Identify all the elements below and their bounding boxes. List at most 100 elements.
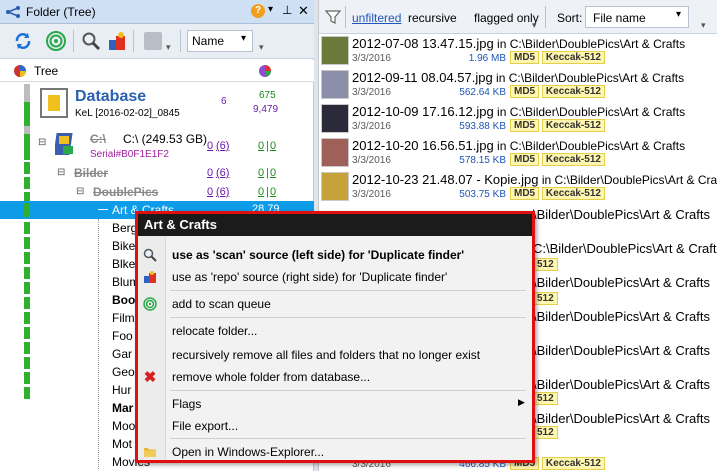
keccak-tag-partial: 512	[533, 292, 558, 305]
file-date: 3/3/2016	[352, 189, 391, 200]
menu-item-label: File export...	[172, 419, 239, 433]
sort-select[interactable]: File name ▾	[585, 6, 689, 28]
file-path-partial: \Bilder\DoublePics\Art & Crafts	[533, 343, 711, 358]
menu-separator	[170, 438, 526, 439]
file-path: C:\Bilder\DoublePics\Art & Crafts	[554, 173, 717, 187]
help-button[interactable]: ?	[251, 4, 265, 18]
list-item[interactable]: 2012-07-08 13.47.15.jpg in C:\Bilder\Dou…	[319, 34, 717, 68]
folder-tree-icon	[5, 5, 21, 22]
submenu-arrow-icon: ▶	[518, 397, 525, 407]
filter-icon[interactable]	[324, 9, 342, 28]
recursive-toggle[interactable]: recursive	[408, 11, 457, 25]
toolbar-divider	[73, 30, 74, 52]
folder-icon	[142, 444, 158, 460]
menu-item-repo-source[interactable]: use as 'repo' source (right side) for 'D…	[138, 267, 532, 287]
keccak-tag: Keccak-512	[541, 51, 605, 64]
view-dropdown-icon[interactable]: ▾	[166, 42, 171, 53]
sort-dropdown[interactable]: Name ▾	[187, 30, 253, 52]
scan-spiral-icon[interactable]	[43, 28, 69, 54]
tree-item[interactable]: Boo	[112, 293, 135, 307]
drive-name[interactable]: C:\	[90, 132, 106, 146]
list-item[interactable]: 2012-09-11 08.04.57.jpg in C:\Bilder\Dou…	[319, 68, 717, 102]
unfiltered-link[interactable]: unfiltered	[352, 11, 401, 25]
file-path-partial: \Bilder\DoublePics\Art & Crafts	[533, 207, 711, 222]
bilder-label[interactable]: Bilder	[74, 166, 108, 180]
list-item[interactable]: 2012-10-23 21.48.07 - Kopie.jpg in C:\Bi…	[319, 170, 717, 204]
tree-item[interactable]: Gar	[112, 347, 132, 361]
tree-item[interactable]: Moo	[112, 419, 135, 433]
keccak-tag-partial: 512	[533, 258, 558, 271]
menu-item-relocate[interactable]: relocate folder...	[138, 321, 532, 341]
tree-toolbar: ▾ Name ▾ ▾	[0, 24, 314, 59]
repo-tools-icon	[142, 269, 158, 285]
collapse-icon[interactable]: ⊟	[76, 186, 84, 197]
collapse-icon[interactable]: ⊟	[38, 137, 46, 148]
database-label[interactable]: Database	[75, 88, 146, 106]
file-date: 3/3/2016	[352, 121, 391, 132]
file-path-partial: \Bilder\DoublePics\Art & Crafts	[533, 309, 711, 324]
toolbar-divider	[345, 6, 346, 28]
filter-overflow-icon[interactable]: ▾	[532, 20, 537, 31]
file-in: in	[493, 105, 510, 119]
filter-toolbar: unfiltered recursive flagged only ▾ Sort…	[319, 0, 717, 34]
tree-item[interactable]: Berg	[112, 221, 137, 235]
file-path-partial: C:\Bilder\DoublePics\Art & Crafts	[533, 241, 717, 256]
panel-menu-icon[interactable]: ▾	[268, 4, 273, 15]
tree-line	[98, 209, 108, 210]
menu-item-add-queue[interactable]: add to scan queue	[138, 294, 532, 314]
pin-icon[interactable]: ⊥	[282, 3, 292, 17]
context-menu: Art & Crafts use as 'scan' source (left …	[135, 211, 535, 463]
thumbnail	[321, 104, 349, 133]
tree-item[interactable]: Film	[112, 311, 135, 325]
tree-item[interactable]: Geo	[112, 365, 135, 379]
flagged-only-toggle[interactable]: flagged only	[474, 11, 539, 25]
tree-item[interactable]: Mot	[112, 437, 132, 451]
tree-item[interactable]: Bike	[112, 239, 135, 253]
menu-item-flags[interactable]: Flags ▶	[138, 394, 532, 414]
menu-item-file-export[interactable]: File export...	[138, 416, 532, 436]
list-item[interactable]: 2012-10-20 16.56.51.jpg in C:\Bilder\Dou…	[319, 136, 717, 170]
bilder-d: 0	[270, 167, 277, 179]
file-name: 2012-07-08 13.47.15.jpg	[352, 36, 494, 51]
keccak-tag: Keccak-512	[541, 187, 605, 200]
md5-tag: MD5	[510, 119, 540, 132]
tree-item[interactable]: Foo	[112, 329, 133, 343]
md5-tag: MD5	[510, 187, 540, 200]
view-icon[interactable]	[140, 28, 166, 54]
sort-select-value: File name	[593, 11, 646, 25]
keccak-tag: Keccak-512	[541, 457, 605, 470]
menu-item-label: recursively remove all files and folders…	[172, 348, 481, 362]
database-icon	[40, 88, 68, 118]
file-size: 503.75 KB	[459, 189, 506, 200]
menu-item-scan-source[interactable]: use as 'scan' source (left side) for 'Du…	[138, 245, 532, 265]
tree-item[interactable]: Hur	[112, 383, 131, 397]
toolbar-divider	[133, 30, 134, 52]
collapse-icon[interactable]: ⊟	[57, 167, 65, 178]
file-in: in	[538, 173, 555, 187]
menu-item-label: add to scan queue	[172, 297, 271, 311]
list-item[interactable]: 2012-10-09 17.16.12.jpg in C:\Bilder\Dou…	[319, 102, 717, 136]
tree-item[interactable]: Mar	[112, 401, 133, 415]
doublepics-d: 0	[270, 186, 277, 198]
close-icon[interactable]: ✕	[298, 3, 309, 19]
repo-tools-icon[interactable]	[104, 28, 130, 54]
sort-overflow-icon[interactable]: ▾	[701, 20, 706, 31]
file-size: 578.15 KB	[459, 155, 506, 166]
menu-item-open-explorer[interactable]: Open in Windows-Explorer...	[138, 442, 532, 462]
file-path: C:\Bilder\DoublePics\Art & Crafts	[509, 37, 686, 51]
doublepics-sep: |	[266, 186, 269, 198]
file-size: 1.96 MB	[468, 53, 506, 64]
refresh-icon[interactable]	[10, 28, 36, 54]
panel-titlebar: Folder (Tree) ? ▾ ⊥ ✕	[0, 0, 314, 24]
toolbar-overflow-icon[interactable]: ▾	[259, 42, 264, 53]
search-icon[interactable]	[78, 28, 104, 54]
file-path-partial: \Bilder\DoublePics\Art & Crafts	[533, 411, 711, 426]
tree-item[interactable]: Blke	[112, 257, 135, 271]
menu-item-label: relocate folder...	[172, 324, 258, 338]
bilder-a: 0	[207, 167, 214, 179]
keccak-tag: Keccak-512	[541, 153, 605, 166]
menu-item-remove-folder[interactable]: ✖ remove whole folder from database...	[138, 367, 532, 387]
file-name: 2012-10-23 21.48.07 - Kopie.jpg	[352, 172, 539, 187]
doublepics-label[interactable]: DoublePics	[93, 185, 158, 199]
menu-item-remove-missing[interactable]: recursively remove all files and folders…	[138, 345, 532, 365]
